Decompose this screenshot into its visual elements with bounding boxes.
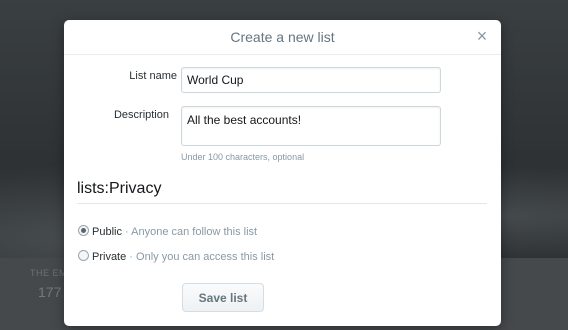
private-radio-label: Private <box>92 251 127 263</box>
privacy-section-title: lists:Privacy <box>77 180 162 197</box>
dialog-title: Create a new list <box>230 29 335 45</box>
public-radio-description: · Anyone can follow this list <box>121 226 258 238</box>
save-list-button[interactable]: Save list <box>182 283 264 312</box>
close-icon[interactable]: × <box>473 27 491 45</box>
list-name-input[interactable]: World Cup <box>181 67 441 93</box>
private-radio[interactable] <box>78 250 89 261</box>
privacy-option-public[interactable]: Public · Anyone can follow this list <box>78 225 257 239</box>
section-divider <box>77 203 487 204</box>
description-label: Description <box>113 109 169 121</box>
public-radio[interactable] <box>78 225 89 236</box>
dialog-header: Create a new list × <box>64 20 501 55</box>
background-count: 177 <box>38 284 62 300</box>
list-name-label: List name <box>129 70 177 82</box>
create-list-dialog: Create a new list × List name World Cup … <box>64 20 501 326</box>
privacy-option-private[interactable]: Private · Only you can access this list <box>78 250 274 264</box>
private-radio-description: · Only you can access this list <box>126 251 275 263</box>
background-label: THE EM <box>30 268 68 278</box>
description-textarea[interactable]: All the best accounts! <box>181 106 441 146</box>
public-radio-label: Public <box>92 226 122 238</box>
description-hint: Under 100 characters, optional <box>181 152 305 162</box>
